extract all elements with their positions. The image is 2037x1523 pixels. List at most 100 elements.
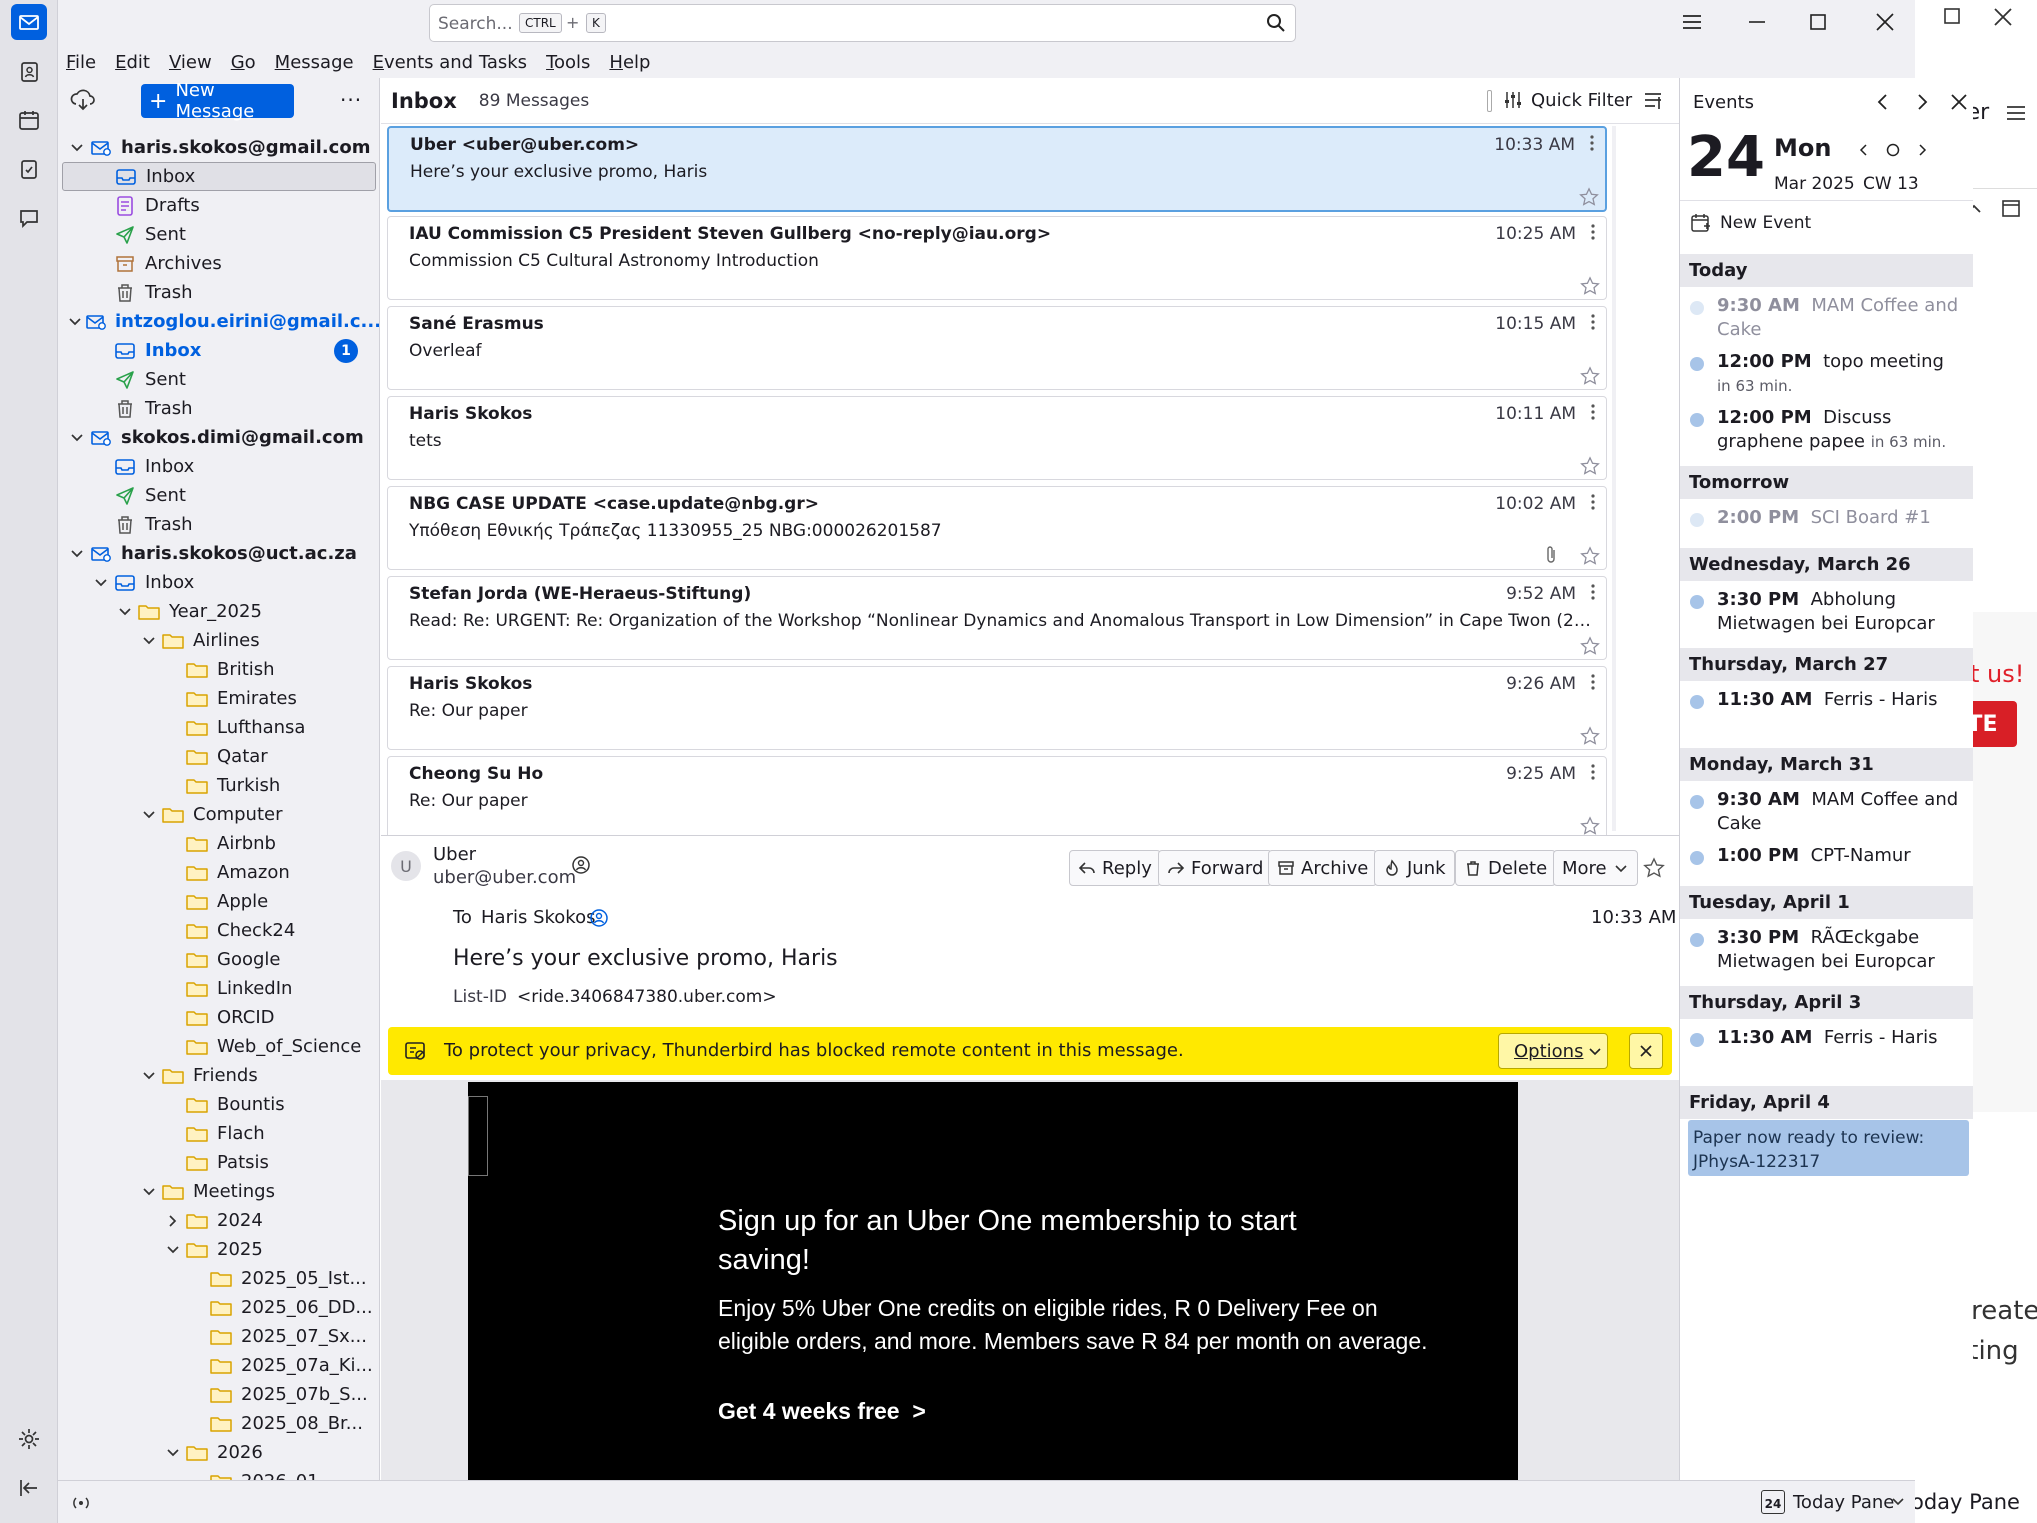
folder-row[interactable]: Web_of_Science [62, 1032, 376, 1061]
mail-space-icon[interactable] [11, 4, 47, 40]
quick-filter-pin[interactable] [1487, 90, 1492, 112]
reply-button[interactable]: Reply [1069, 850, 1161, 886]
junk-button[interactable]: Junk [1374, 850, 1455, 886]
kebab-menu-icon[interactable] [1590, 673, 1596, 691]
chevron-down-icon[interactable] [116, 605, 134, 619]
chevron-down-icon[interactable] [68, 431, 86, 445]
folder-row[interactable]: Airlines [62, 626, 376, 655]
settings-gear-icon[interactable] [11, 1421, 47, 1457]
agenda-allday-event[interactable]: Paper now ready to review: JPhysA-122317 [1688, 1120, 1969, 1176]
kebab-menu-icon[interactable] [1590, 493, 1596, 511]
folder-row[interactable]: Trash [62, 278, 376, 307]
message-card[interactable]: Haris Skokos Re: Our paper 9:26 AM [387, 666, 1607, 750]
folder-row[interactable]: Drafts [62, 191, 376, 220]
kebab-menu-icon[interactable] [1589, 134, 1595, 152]
chevron-right-icon[interactable] [164, 1214, 182, 1228]
kebab-menu-icon[interactable] [1590, 313, 1596, 331]
chevron-down-icon[interactable] [68, 141, 86, 155]
star-icon[interactable] [1580, 546, 1600, 566]
folder-row[interactable]: Flach [62, 1119, 376, 1148]
folder-row[interactable]: Sent [62, 481, 376, 510]
more-button[interactable]: More [1553, 850, 1638, 886]
folder-pane-menu-icon[interactable]: ··· [340, 88, 362, 112]
folder-row[interactable]: Bountis [62, 1090, 376, 1119]
sender-name[interactable]: Uber [433, 844, 476, 865]
list-view-options-icon[interactable] [1643, 90, 1663, 110]
chevron-down-icon[interactable] [68, 315, 82, 329]
folder-row[interactable]: 2025_07a_Ki... [62, 1351, 376, 1380]
message-card[interactable]: Stefan Jorda (WE-Heraeus-Stiftung) Read: … [387, 576, 1607, 660]
star-icon[interactable] [1580, 276, 1600, 296]
quick-filter-icon[interactable] [1503, 90, 1523, 110]
maximize-icon[interactable] [1807, 11, 1829, 33]
chevron-down-icon[interactable] [92, 576, 110, 590]
account-row[interactable]: skokos.dimi@gmail.com [62, 423, 376, 452]
folder-row[interactable]: Inbox [62, 568, 376, 597]
online-status-icon[interactable] [70, 1492, 92, 1514]
folder-row[interactable]: Meetings [62, 1177, 376, 1206]
folder-row[interactable]: Google [62, 945, 376, 974]
kebab-menu-icon[interactable] [1590, 583, 1596, 601]
recipient-name[interactable]: Haris Skokos [481, 907, 595, 928]
menu-file[interactable]: File [66, 52, 96, 73]
minimize-icon[interactable] [1746, 11, 1768, 33]
folder-row[interactable]: ORCID [62, 1003, 376, 1032]
promo-cta-link[interactable]: Get 4 weeks free > [718, 1398, 926, 1425]
folder-row[interactable]: Trash [62, 394, 376, 423]
delete-button[interactable]: Delete [1455, 850, 1557, 886]
menu-edit[interactable]: Edit [115, 52, 150, 73]
account-row[interactable]: haris.skokos@uct.ac.za [62, 539, 376, 568]
folder-row[interactable]: 2025_07_Sx... [62, 1322, 376, 1351]
folder-row[interactable]: 2026_01... [62, 1467, 376, 1480]
tasks-space-icon[interactable] [11, 151, 47, 187]
folder-row[interactable]: Inbox [62, 162, 376, 191]
folder-row[interactable]: Check24 [62, 916, 376, 945]
close-icon[interactable] [1992, 6, 2014, 28]
mini-prev-icon[interactable] [1856, 142, 1872, 158]
folder-row[interactable]: Year_2025 [62, 597, 376, 626]
kebab-menu-icon[interactable] [1590, 403, 1596, 421]
today-pane-toggle[interactable]: Today Pane [1793, 1492, 1894, 1513]
mini-next-icon[interactable] [1914, 142, 1930, 158]
chevron-down-icon[interactable] [140, 634, 158, 648]
get-messages-icon[interactable] [70, 88, 96, 112]
folder-row[interactable]: Apple [62, 887, 376, 916]
message-card[interactable]: NBG CASE UPDATE <case.update@nbg.gr> Υπόθ… [387, 486, 1607, 570]
folder-row[interactable]: 2025_06_DD... [62, 1293, 376, 1322]
folder-row[interactable]: Inbox 1 [62, 336, 376, 365]
menu-view[interactable]: View [169, 52, 212, 73]
star-icon[interactable] [1643, 857, 1665, 879]
chevron-down-icon[interactable] [68, 547, 86, 561]
menu-tools[interactable]: Tools [546, 52, 590, 73]
folder-row[interactable]: 2025_05_Ist... [62, 1264, 376, 1293]
kebab-menu-icon[interactable] [1590, 763, 1596, 781]
thread-scrollbar[interactable] [1612, 126, 1616, 831]
global-search[interactable]: Search... CTRL + K [429, 4, 1296, 42]
contact-icon[interactable] [571, 855, 591, 875]
kebab-menu-icon[interactable] [1590, 223, 1596, 241]
chevron-down-icon[interactable] [164, 1243, 182, 1257]
chevron-down-icon[interactable] [1890, 1493, 1906, 1509]
restore-icon[interactable] [1942, 6, 1962, 26]
folder-row[interactable]: Friends [62, 1061, 376, 1090]
menu-go[interactable]: Go [231, 52, 256, 73]
close-notice-button[interactable] [1629, 1033, 1663, 1069]
menu-message[interactable]: Message [275, 52, 354, 73]
folder-row[interactable]: Computer [62, 800, 376, 829]
folder-row[interactable]: Patsis [62, 1148, 376, 1177]
archive-button[interactable]: Archive [1268, 850, 1378, 886]
menu-events-and-tasks[interactable]: Events and Tasks [373, 52, 527, 73]
account-row[interactable]: haris.skokos@gmail.com [62, 133, 376, 162]
calendar-space-icon[interactable] [11, 102, 47, 138]
folder-row[interactable]: Airbnb [62, 829, 376, 858]
message-card[interactable]: Sané Erasmus Overleaf 10:15 AM [387, 306, 1607, 390]
star-icon[interactable] [1580, 366, 1600, 386]
search-icon[interactable] [1265, 12, 1287, 34]
folder-row[interactable]: Trash [62, 510, 376, 539]
folder-row[interactable]: Archives [62, 249, 376, 278]
address-book-icon[interactable] [11, 54, 47, 90]
folder-row[interactable]: Turkish [62, 771, 376, 800]
sender-email[interactable]: uber@uber.com [433, 867, 576, 888]
chevron-down-icon[interactable] [140, 1185, 158, 1199]
star-icon[interactable] [1580, 816, 1600, 836]
